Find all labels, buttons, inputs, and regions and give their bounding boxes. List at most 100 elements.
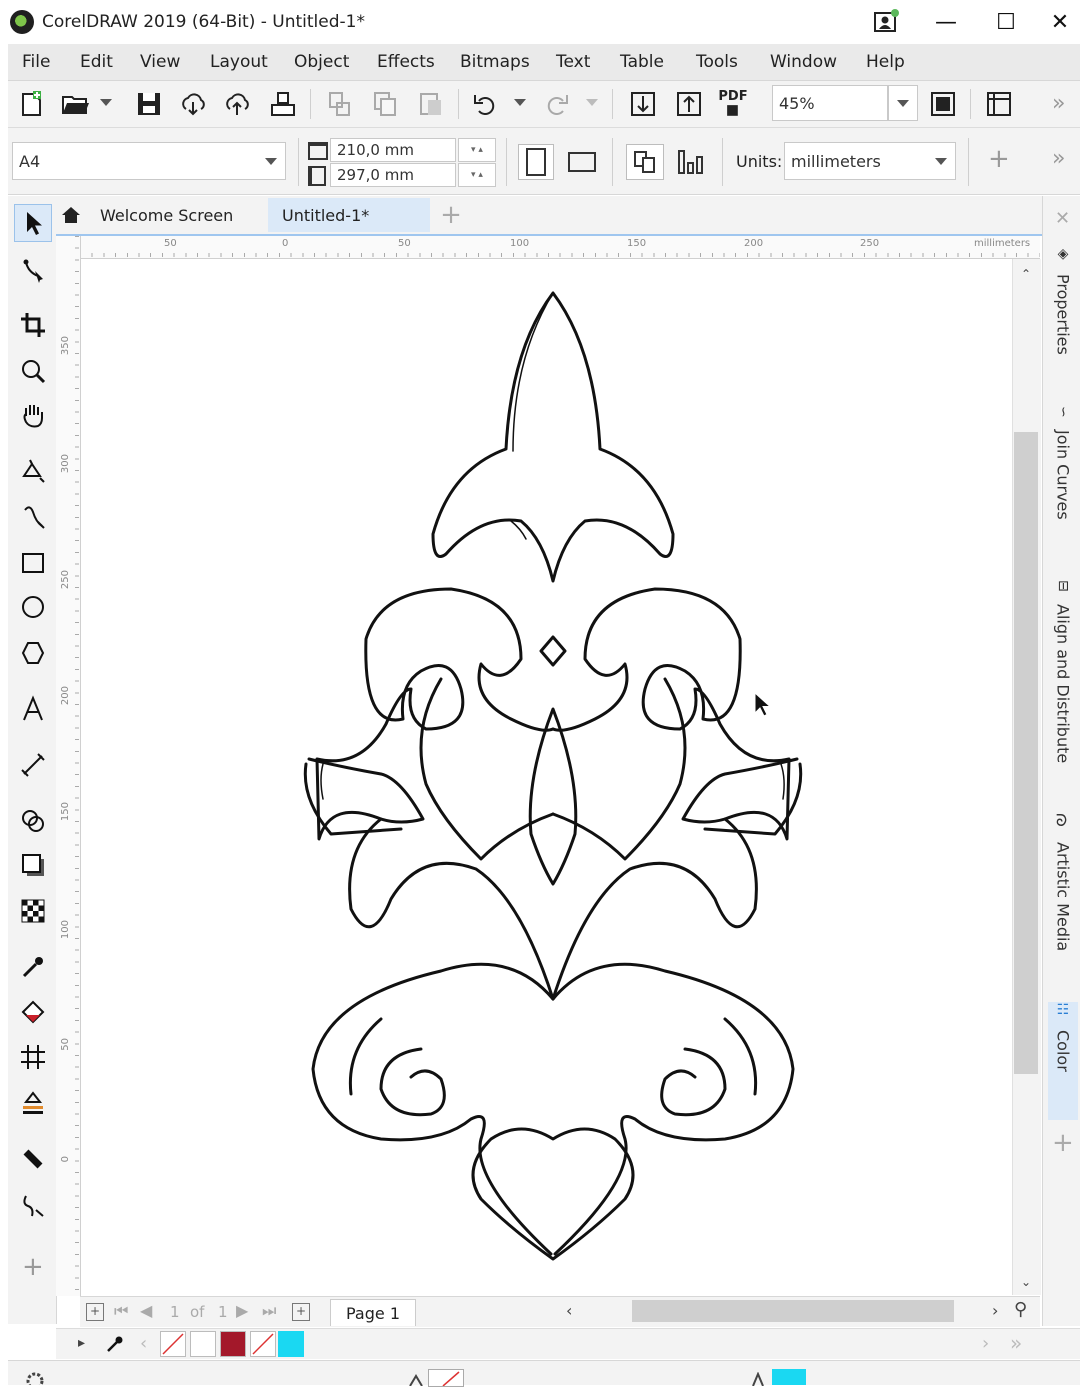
docker-add-button[interactable]: + bbox=[1052, 1128, 1074, 1158]
tab-welcome-screen[interactable]: Welcome Screen bbox=[60, 198, 266, 232]
menu-table[interactable]: Table bbox=[620, 52, 664, 72]
dimension-tool[interactable] bbox=[14, 746, 52, 784]
undo-icon[interactable] bbox=[468, 87, 502, 121]
first-page-icon[interactable]: ⏮ bbox=[114, 1301, 128, 1321]
scroll-down-icon[interactable]: ⌄ bbox=[1021, 1275, 1031, 1289]
drawing-canvas[interactable] bbox=[81, 259, 1011, 1295]
pan-tool[interactable] bbox=[14, 396, 52, 434]
copy-icon[interactable] bbox=[368, 87, 402, 121]
scroll-right-icon[interactable]: › bbox=[992, 1301, 998, 1320]
add-page-after-button[interactable]: + bbox=[292, 1303, 310, 1321]
palette-scroll-right-icon[interactable]: › bbox=[982, 1333, 989, 1354]
palette-eyedropper-icon[interactable] bbox=[104, 1333, 126, 1359]
menu-effects[interactable]: Effects bbox=[377, 52, 435, 72]
zoom-level-dropdown[interactable] bbox=[888, 85, 918, 121]
current-page-button[interactable] bbox=[672, 144, 710, 180]
menu-edit[interactable]: Edit bbox=[80, 52, 113, 72]
vertical-ruler[interactable]: 350 300 250 200 150 100 50 0 bbox=[56, 236, 81, 1296]
docker-tab-join-curves[interactable]: ∽ Join Curves bbox=[1048, 406, 1078, 546]
redo-icon[interactable] bbox=[540, 87, 574, 121]
full-screen-preview-icon[interactable] bbox=[926, 87, 960, 121]
add-page-frame-button[interactable]: + bbox=[988, 144, 1010, 174]
zoom-navigator-icon[interactable]: ⚲ bbox=[1014, 1299, 1027, 1320]
palette-menu-icon[interactable]: ▸ bbox=[78, 1335, 85, 1351]
vertical-scroll-thumb[interactable] bbox=[1014, 432, 1038, 1074]
previous-page-icon[interactable]: ◀ bbox=[140, 1301, 152, 1320]
toolbox-add-button[interactable]: + bbox=[22, 1252, 44, 1282]
freehand-tool[interactable] bbox=[14, 498, 52, 536]
menu-text[interactable]: Text bbox=[556, 52, 590, 72]
cut-icon[interactable] bbox=[322, 87, 356, 121]
interactive-blend-tool[interactable] bbox=[14, 802, 52, 840]
new-tab-button[interactable]: + bbox=[436, 198, 466, 232]
all-pages-button[interactable] bbox=[626, 144, 664, 180]
open-folder-icon[interactable] bbox=[58, 87, 92, 121]
no-outline-swatch[interactable] bbox=[250, 1331, 276, 1357]
mesh-fill-tool[interactable] bbox=[14, 1038, 52, 1076]
maximize-button[interactable]: ☐ bbox=[986, 6, 1026, 38]
landscape-orientation-button[interactable] bbox=[564, 144, 600, 180]
page-tab[interactable]: Page 1 bbox=[330, 1299, 416, 1326]
smart-fill-outline-tool[interactable] bbox=[14, 1084, 52, 1122]
palette-scroll-left-icon[interactable]: ‹ bbox=[140, 1333, 147, 1354]
open-recent-dropdown[interactable] bbox=[100, 99, 112, 106]
zoom-level-field[interactable]: 45% bbox=[772, 85, 888, 121]
menu-view[interactable]: View bbox=[140, 52, 180, 72]
page-height-spinner[interactable]: ▾ ▴ bbox=[458, 163, 496, 187]
redo-dropdown[interactable] bbox=[586, 99, 598, 106]
close-button[interactable]: ✕ bbox=[1040, 6, 1080, 38]
palette-expand-icon[interactable]: » bbox=[1010, 1331, 1022, 1355]
menu-object[interactable]: Object bbox=[294, 52, 349, 72]
menu-layout[interactable]: Layout bbox=[210, 52, 268, 72]
color-swatch[interactable] bbox=[190, 1331, 216, 1357]
account-icon[interactable] bbox=[868, 6, 904, 38]
units-select[interactable]: millimeters bbox=[784, 142, 956, 180]
rectangle-tool[interactable] bbox=[14, 544, 52, 582]
menu-window[interactable]: Window bbox=[770, 52, 837, 72]
add-page-before-button[interactable]: + bbox=[86, 1303, 104, 1321]
page-size-select[interactable]: A4 bbox=[12, 142, 286, 180]
menu-file[interactable]: File bbox=[22, 52, 50, 72]
color-eyedropper-tool[interactable] bbox=[14, 948, 52, 986]
publish-pdf-icon[interactable]: PDF bbox=[716, 87, 750, 121]
no-color-swatch[interactable] bbox=[160, 1331, 186, 1357]
pick-tool[interactable] bbox=[14, 204, 52, 242]
crop-tool[interactable] bbox=[14, 306, 52, 344]
export-icon[interactable] bbox=[672, 87, 706, 121]
smart-fill-tool[interactable] bbox=[14, 452, 52, 490]
paste-icon[interactable] bbox=[414, 87, 448, 121]
next-page-icon[interactable]: ▶ bbox=[236, 1301, 248, 1320]
outline-pen-tool[interactable] bbox=[14, 1140, 52, 1178]
shape-tool[interactable] bbox=[14, 252, 52, 290]
print-icon[interactable] bbox=[266, 87, 300, 121]
text-tool[interactable] bbox=[14, 690, 52, 728]
ellipse-tool[interactable] bbox=[14, 588, 52, 626]
interactive-fill-tool[interactable] bbox=[14, 994, 52, 1032]
docker-tab-align-distribute[interactable]: ⊟ Align and Distribute bbox=[1048, 580, 1078, 790]
drop-shadow-tool[interactable] bbox=[14, 846, 52, 884]
page-width-field[interactable]: 210,0 mm bbox=[330, 138, 456, 162]
portrait-orientation-button[interactable] bbox=[518, 144, 554, 180]
tab-untitled-1[interactable]: Untitled-1* bbox=[268, 198, 430, 232]
status-settings-icon[interactable] bbox=[24, 1369, 46, 1390]
docker-tab-artistic-media[interactable]: ᘐ Artistic Media bbox=[1048, 814, 1078, 974]
horizontal-scroll-thumb[interactable] bbox=[632, 1300, 954, 1322]
ornament-bitmap[interactable] bbox=[81, 259, 1011, 1295]
options-ruler-icon[interactable] bbox=[982, 87, 1016, 121]
minimize-button[interactable]: — bbox=[926, 6, 966, 38]
menu-tools[interactable]: Tools bbox=[696, 52, 738, 72]
status-fill-swatch[interactable] bbox=[428, 1369, 464, 1387]
outline-color-swatch[interactable] bbox=[278, 1331, 304, 1357]
menu-help[interactable]: Help bbox=[866, 52, 905, 72]
new-document-icon[interactable] bbox=[14, 87, 48, 121]
artistic-media-tool[interactable] bbox=[14, 1186, 52, 1224]
docker-tab-properties[interactable]: ◈ Properties bbox=[1048, 246, 1078, 386]
transparency-tool[interactable] bbox=[14, 892, 52, 930]
scroll-up-icon[interactable]: ⌃ bbox=[1021, 267, 1031, 281]
import-icon[interactable] bbox=[626, 87, 660, 121]
last-page-icon[interactable]: ⏭ bbox=[262, 1301, 276, 1321]
docker-tab-color[interactable]: ☷ Color bbox=[1048, 1002, 1078, 1120]
scroll-left-icon[interactable]: ‹ bbox=[566, 1301, 572, 1320]
docker-close-icon[interactable]: ✕ bbox=[1055, 208, 1070, 229]
horizontal-ruler[interactable]: 50 0 50 100 150 200 250 millimeters bbox=[80, 236, 1040, 259]
